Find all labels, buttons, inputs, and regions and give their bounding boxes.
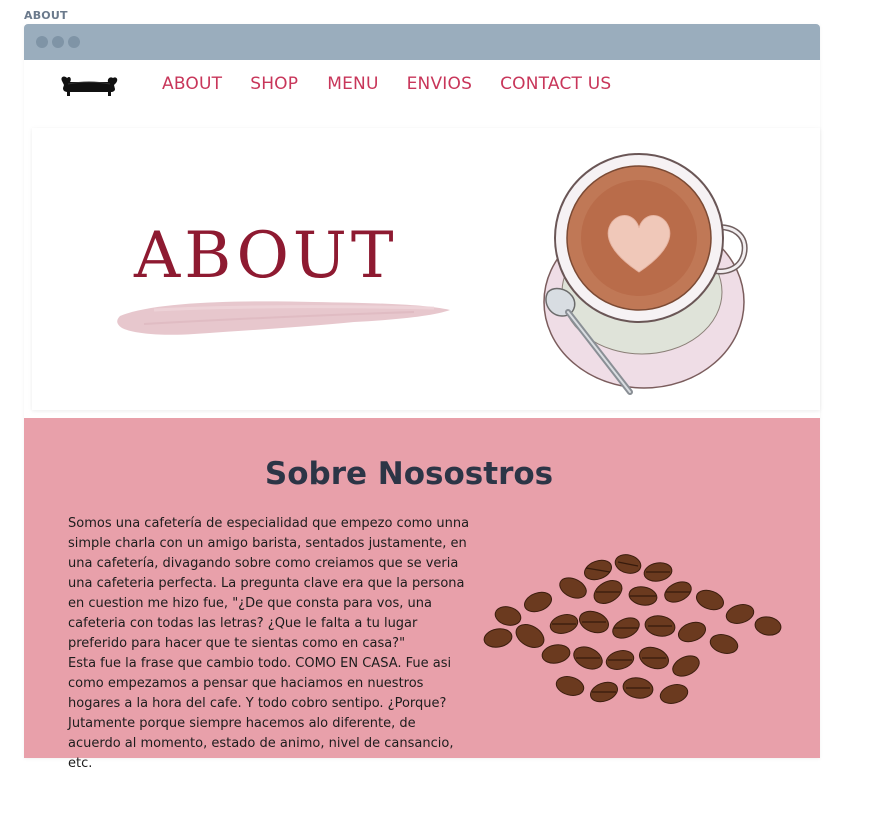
- about-body-text: Somos una cafetería de especialidad que …: [68, 516, 470, 771]
- nav-item-about[interactable]: ABOUT: [162, 74, 222, 94]
- nav-item-envios[interactable]: ENVIOS: [407, 74, 472, 94]
- coffee-beans-icon: [483, 554, 782, 704]
- nav-item-contact-us[interactable]: CONTACT US: [500, 74, 611, 94]
- browser-window: ABOUT SHOP MENU ENVIOS CONTACT US ABOUT: [24, 24, 820, 771]
- window-dot-icon: [68, 36, 80, 48]
- brush-stroke-decoration: [117, 301, 450, 335]
- sofa-icon[interactable]: [58, 71, 120, 99]
- page-label: ABOUT: [24, 9, 68, 22]
- window-dot-icon: [36, 36, 48, 48]
- about-heading: Sobre Nosostros: [264, 456, 554, 492]
- about-section: Sobre Nosostros Somos una cafetería de e…: [24, 418, 820, 771]
- navbar: ABOUT SHOP MENU ENVIOS CONTACT US: [24, 60, 820, 122]
- browser-titlebar: [24, 24, 820, 60]
- main-nav: ABOUT SHOP MENU ENVIOS CONTACT US: [162, 74, 639, 94]
- hero-banner: ABOUT: [32, 128, 820, 410]
- nav-item-shop[interactable]: SHOP: [250, 74, 298, 94]
- nav-item-menu[interactable]: MENU: [327, 74, 378, 94]
- hero-title: ABOUT: [134, 219, 398, 293]
- window-dot-icon: [52, 36, 64, 48]
- coffee-cup-latte-art-icon: [543, 153, 748, 395]
